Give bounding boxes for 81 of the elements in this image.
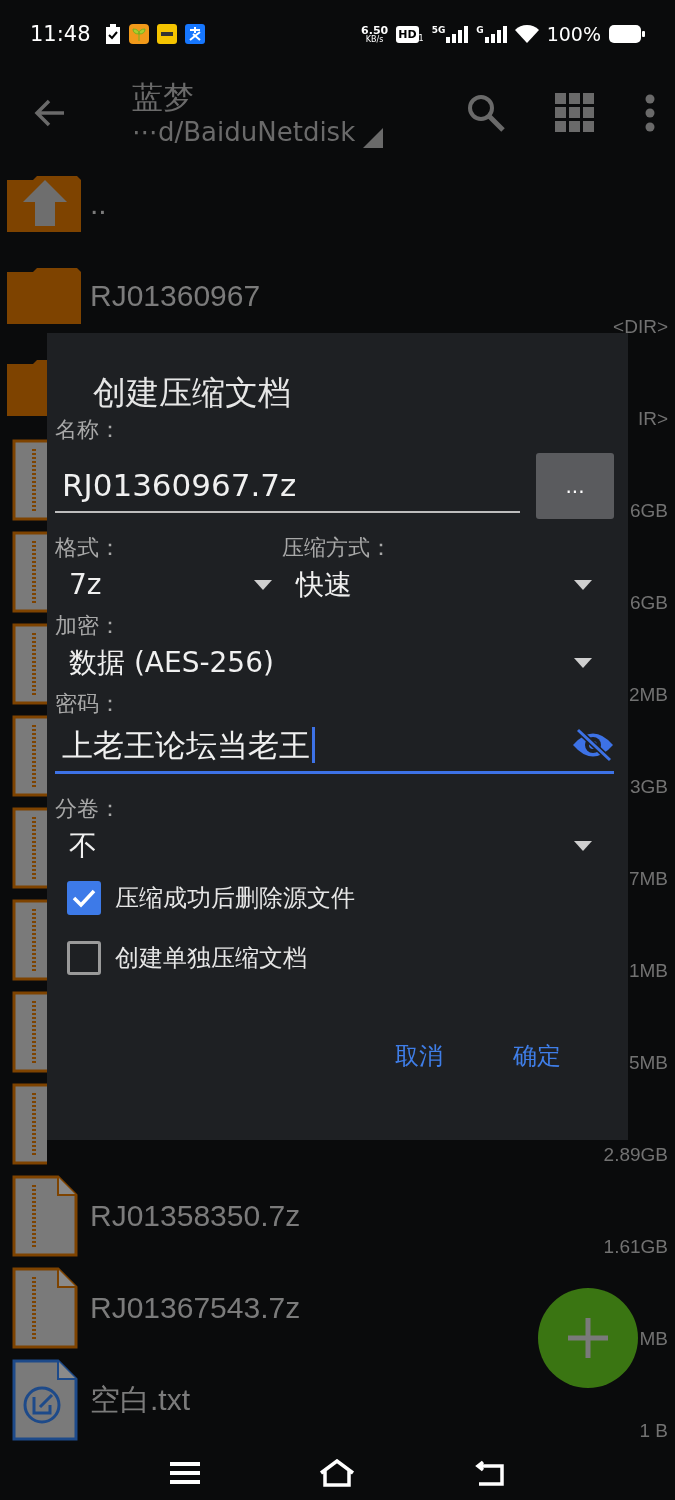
- back-arrow-icon[interactable]: [34, 99, 66, 127]
- search-icon[interactable]: [467, 94, 505, 132]
- zip-file-icon: [12, 1267, 78, 1349]
- back-icon[interactable]: [475, 1460, 506, 1486]
- folder-title: 蓝梦: [132, 78, 195, 116]
- folder-icon: [5, 358, 47, 418]
- signal-icon: [484, 25, 507, 43]
- file-name[interactable]: 空白.txt: [86, 1379, 190, 1421]
- file-size: 2MB: [628, 684, 668, 707]
- menu-icon[interactable]: [169, 1461, 200, 1485]
- split-dropdown[interactable]: 不: [55, 824, 614, 868]
- zip-file-icon: [12, 531, 47, 613]
- text-file-icon: [12, 1359, 78, 1441]
- sim-number: 1: [418, 33, 424, 43]
- plus-icon: [568, 1318, 608, 1358]
- field-label: 格式：: [55, 534, 122, 562]
- file-size: 1 B: [639, 1420, 668, 1443]
- app-icon: [184, 24, 205, 44]
- path-dropdown-icon[interactable]: [363, 128, 384, 148]
- checkbox[interactable]: [67, 881, 101, 915]
- dropdown-arrow-icon: [574, 580, 592, 590]
- file-name[interactable]: RJ01360967: [86, 279, 261, 313]
- file-size: 2.89GB: [603, 1144, 668, 1167]
- checkbox-option[interactable]: 创建单独压缩文档: [67, 928, 614, 988]
- checkbox-option[interactable]: 压缩成功后删除源文件: [67, 868, 614, 928]
- signal-icon: [446, 25, 469, 43]
- field-label: 压缩方式：: [282, 534, 393, 562]
- network-type: G: [476, 25, 484, 35]
- password-field[interactable]: 上老王论坛当老王: [55, 719, 614, 774]
- battery-icon: [609, 25, 645, 43]
- checkbox[interactable]: [67, 941, 101, 975]
- file-size: <DIR>: [613, 316, 668, 339]
- browse-button[interactable]: ...: [536, 453, 614, 519]
- file-size: 3GB: [629, 776, 668, 799]
- field-label: 名称：: [55, 416, 122, 444]
- home-icon[interactable]: [319, 1459, 356, 1487]
- format-dropdown[interactable]: 7z: [55, 563, 282, 607]
- dropdown-arrow-icon: [254, 580, 272, 590]
- name-input-field[interactable]: RJ01360967.7z: [55, 459, 520, 513]
- file-size: 6GB: [629, 592, 668, 615]
- file-size: 5MB: [628, 1052, 668, 1075]
- field-label: 分卷：: [55, 796, 121, 821]
- network-type: 5G: [431, 25, 446, 35]
- dialog-button[interactable]: 取消: [370, 1032, 468, 1080]
- method-dropdown[interactable]: 快速: [282, 563, 614, 607]
- zip-file-icon: [12, 991, 47, 1073]
- field-label: 密码：: [55, 691, 121, 716]
- app-icon: [128, 24, 149, 44]
- dropdown-arrow-icon: [574, 658, 592, 668]
- file-name[interactable]: RJ01358350.7z: [86, 1199, 301, 1233]
- zip-file-icon: [12, 807, 47, 889]
- file-size: MB: [639, 1328, 668, 1351]
- clipboard-check-icon: [104, 24, 121, 44]
- file-size: 6GB: [629, 500, 668, 523]
- wifi-icon: [514, 25, 539, 43]
- grid-view-icon[interactable]: [555, 93, 595, 133]
- network-speed: 6.50 KB/s: [361, 24, 389, 44]
- more-options-icon[interactable]: [645, 94, 655, 132]
- encryption-dropdown[interactable]: 数据 (AES-256): [55, 641, 614, 685]
- eye-slash-icon[interactable]: [572, 728, 614, 762]
- dropdown-arrow-icon: [574, 841, 592, 851]
- folder-path[interactable]: ⋯d/BaiduNetdisk: [132, 116, 356, 148]
- zip-file-icon: [12, 899, 47, 981]
- zip-file-icon: [12, 1175, 78, 1257]
- file-size: IR>: [637, 408, 668, 431]
- field-label: 加密：: [55, 613, 121, 638]
- zip-file-icon: [12, 623, 47, 705]
- app-icon: [156, 24, 177, 44]
- status-time: 11:48: [30, 22, 91, 46]
- zip-file-icon: [12, 715, 47, 797]
- zip-file-icon: [12, 439, 47, 521]
- file-name[interactable]: RJ01367543.7z: [86, 1291, 301, 1325]
- file-size: 7MB: [628, 868, 668, 891]
- hd-badge: HD: [396, 25, 419, 43]
- file-name[interactable]: ..: [86, 187, 107, 221]
- zip-file-icon: [12, 1083, 47, 1165]
- battery-percent: 100%: [546, 23, 601, 45]
- dialog-title: 创建压缩文档: [93, 372, 292, 414]
- file-size: 1.61GB: [603, 1236, 668, 1259]
- file-size: 1MB: [628, 960, 668, 983]
- dialog-button[interactable]: 确定: [488, 1032, 586, 1080]
